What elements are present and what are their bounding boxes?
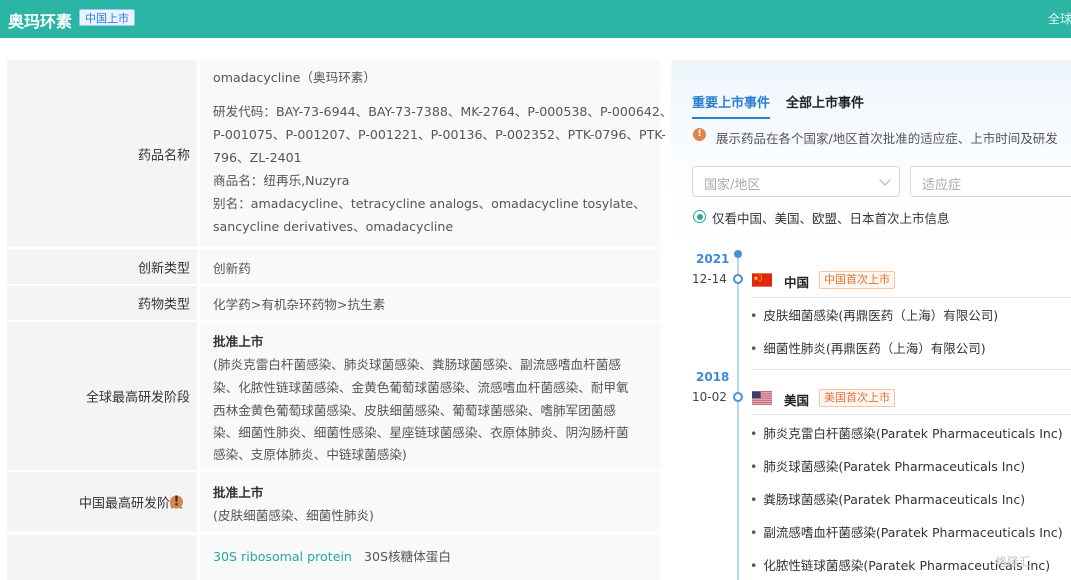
row-label (7, 535, 197, 580)
row-value: 创新药 (200, 249, 660, 284)
event-indication: 粪肠球菌感染(Paratek Pharmaceuticals Inc) (750, 489, 1025, 508)
first-launch-tag: 中国首次上市 (819, 271, 895, 289)
row-label: 全球最高研发阶段 (7, 322, 197, 470)
event-indication: 副流感嗜血杆菌感染(Paratek Pharmaceuticals Inc) (750, 522, 1062, 541)
china-stage-detail: (皮肤细菌感染、细菌性肺炎) (213, 508, 374, 523)
divider (752, 414, 1071, 415)
indication-line: (肺炎克雷白杆菌感染、肺炎球菌感染、粪肠球菌感染、副流感嗜血杆菌感 (213, 357, 621, 372)
row-value: 30S ribosomal protein 30S核糖体蛋白 (200, 535, 660, 580)
indication-select-placeholder: 适应症 (922, 178, 962, 193)
global-stage-status: 批准上市 (213, 334, 264, 349)
watermark: 格隆汇 (995, 555, 1032, 569)
research-codes-line: P-001075、P-001207、P-001221、P-00136、P-002… (213, 127, 666, 142)
country-select[interactable]: 国家/地区 (692, 166, 900, 197)
indication-select[interactable]: 适应症 (910, 166, 1071, 197)
first-launch-only-radio[interactable] (693, 210, 706, 223)
drug-name-label: 药品名称 (137, 148, 190, 163)
innovation-type-label: 创新类型 (137, 261, 190, 276)
timeline-dot (733, 392, 743, 402)
event-indication: 肺炎球菌感染(Paratek Pharmaceuticals Inc) (750, 456, 1025, 475)
target-text: 30S核糖体蛋白 (363, 549, 451, 564)
china-stage-label: 中国最高研发阶段 (78, 496, 183, 512)
china-stage-row: 中国最高研发阶段! 批准上市 (皮肤细菌感染、细菌性肺炎) (7, 472, 660, 532)
event-year: 2021 (696, 252, 730, 266)
row-label: 药品名称 (7, 60, 197, 247)
research-codes-line: 796、ZL-2401 (213, 150, 302, 165)
row-value: omadacycline（奥玛环素） 研发代码：BAY-73-6944、BAY-… (200, 60, 672, 247)
row-label: 药物类型 (7, 286, 197, 320)
china-flag-icon (752, 273, 772, 287)
event-country: 美国 (784, 393, 810, 408)
target-link[interactable]: 30S ribosomal protein (213, 549, 352, 564)
info-icon: ! (693, 128, 706, 141)
divider (752, 369, 1071, 370)
row-label: 中国最高研发阶段! (7, 472, 197, 532)
brand-name: 商品名：纽再乐,Nuzyra (213, 173, 350, 188)
top-header: 奥玛环素 中国上市 全球 (0, 0, 1071, 38)
timeline-start-dot (734, 250, 742, 258)
tab-all-events[interactable]: 全部上市事件 (786, 92, 864, 111)
global-stage-row: 全球最高研发阶段 批准上市 (肺炎克雷白杆菌感染、肺炎球菌感染、粪肠球菌感染、副… (7, 322, 660, 470)
market-status-badge: 中国上市 (79, 9, 135, 26)
target-row: 30S ribosomal protein 30S核糖体蛋白 (7, 535, 660, 580)
event-date: 12-14 (692, 272, 727, 286)
drug-type-value: 化学药>有机杂环药物>抗生素 (213, 297, 386, 312)
timeline-line (737, 256, 739, 580)
drug-type-row: 药物类型 化学药>有机杂环药物>抗生素 (7, 286, 660, 320)
panel-note: 展示药品在各个国家/地区首次批准的适应症、上市时间及研发 (716, 131, 1058, 146)
header-right-link[interactable]: 全球 (1048, 10, 1071, 27)
first-launch-only-label[interactable]: 仅看中国、美国、欧盟、日本首次上市信息 (712, 208, 950, 227)
china-stage-status: 批准上市 (213, 485, 264, 500)
indication-line: 感染、支原体肺炎、中链球菌感染) (213, 447, 407, 462)
innovation-type-value: 创新药 (213, 261, 251, 276)
indication-line: 染、细菌性肺炎、细菌性感染、星座链球菌感染、衣原体肺炎、阴沟肠杆菌 (213, 425, 629, 440)
alias-line: 别名：amadacycline、tetracycline analogs、oma… (213, 196, 646, 211)
first-launch-tag: 美国首次上市 (819, 389, 895, 407)
info-icon[interactable]: ! (170, 495, 183, 509)
row-value: 批准上市 (肺炎克雷白杆菌感染、肺炎球菌感染、粪肠球菌感染、副流感嗜血杆菌感 染… (200, 322, 660, 470)
tab-important-events[interactable]: 重要上市事件 (692, 92, 771, 119)
row-label: 创新类型 (7, 249, 197, 284)
chevron-down-icon (879, 174, 891, 186)
timeline-dot (733, 274, 743, 284)
event-indication: 细菌性肺炎(再鼎医药（上海）有限公司) (750, 338, 985, 357)
innovation-type-row: 创新类型 创新药 (7, 249, 660, 284)
target-line: 30S ribosomal protein 30S核糖体蛋白 (213, 546, 451, 565)
drug-title: 奥玛环素 (8, 12, 73, 31)
event-country: 中国 (784, 275, 810, 290)
drug-name-row: 药品名称 omadacycline（奥玛环素） 研发代码：BAY-73-6944… (7, 60, 672, 247)
indication-line: 西林金黄色葡萄球菌感染、皮肤细菌感染、葡萄球菌感染、嗜肺军团菌感 (213, 403, 616, 418)
event-indication: 肺炎克雷白杆菌感染(Paratek Pharmaceuticals Inc) (750, 423, 1062, 442)
row-value: 批准上市 (皮肤细菌感染、细菌性肺炎) (200, 472, 660, 532)
drug-type-label: 药物类型 (137, 297, 190, 313)
event-indication: 皮肤细菌感染(再鼎医药（上海）有限公司) (750, 305, 998, 324)
indication-line: 染、化脓性链球菌感染、金黄色葡萄球菌感染、流感嗜血杆菌感染、耐甲氧 (213, 380, 629, 395)
event-date: 10-02 (692, 390, 727, 404)
usa-flag-icon (752, 391, 772, 405)
country-select-placeholder: 国家/地区 (704, 178, 761, 193)
event-year: 2018 (696, 370, 730, 384)
research-codes-line: 研发代码：BAY-73-6944、BAY-73-7388、MK-2764、P-0… (213, 104, 673, 119)
divider (752, 297, 1071, 298)
alias-line: sancycline derivatives、omadacycline (213, 219, 454, 234)
row-value: 化学药>有机杂环药物>抗生素 (200, 286, 660, 320)
global-stage-label: 全球最高研发阶段 (85, 390, 190, 406)
generic-name: omadacycline（奥玛环素） (213, 70, 376, 85)
